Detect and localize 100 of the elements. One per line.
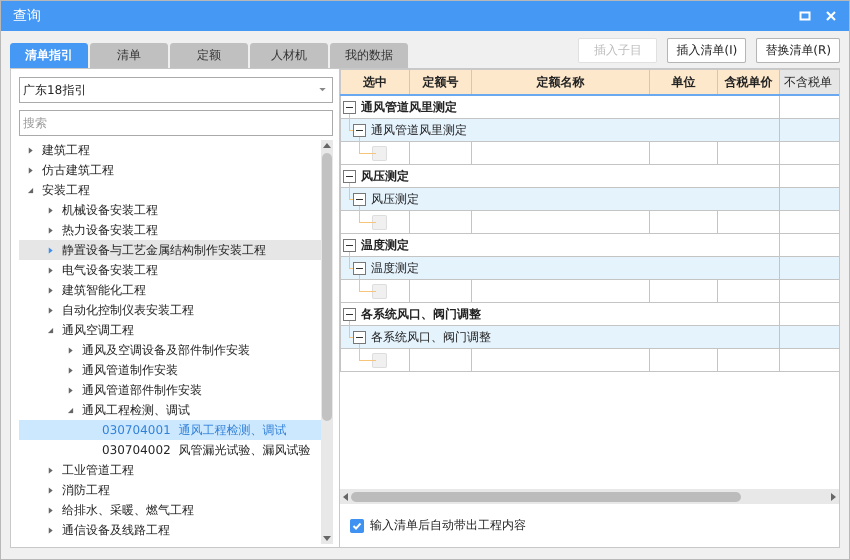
toolbar-button[interactable]: 替换清单(R): [756, 38, 840, 63]
item-row[interactable]: 通风管道风里测定: [340, 118, 780, 142]
collapsed-arrow-icon[interactable]: [27, 166, 34, 174]
collapsed-arrow-icon[interactable]: [47, 266, 54, 274]
collapsed-arrow-icon[interactable]: [47, 506, 54, 514]
collapse-icon[interactable]: [353, 330, 366, 344]
column-header[interactable]: 不含税单: [780, 70, 839, 95]
search-field[interactable]: 搜索: [19, 110, 333, 136]
tree-row[interactable]: 通风及空调设备及部件制作安装: [19, 340, 321, 360]
expanded-arrow-icon[interactable]: [47, 326, 54, 334]
column-header[interactable]: 定额号: [410, 70, 472, 95]
tree-row[interactable]: 030704002 风管漏光试验、漏风试验: [19, 440, 321, 460]
collapse-icon[interactable]: [343, 170, 356, 182]
scroll-thumb[interactable]: [351, 492, 741, 502]
tree-row[interactable]: 建筑智能化工程: [19, 280, 321, 300]
collapsed-arrow-icon[interactable]: [47, 306, 54, 314]
caret-icon: [319, 88, 326, 92]
scroll-thumb[interactable]: [322, 153, 332, 421]
item-title: 温度测定: [371, 260, 419, 276]
tree-label: 通风工程检测、调试: [178, 422, 287, 438]
collapsed-arrow-icon[interactable]: [27, 146, 34, 154]
tree-row[interactable]: 电气设备安装工程: [19, 260, 321, 280]
collapsed-arrow-icon[interactable]: [67, 346, 74, 354]
group-title: 通风管道风里测定: [361, 98, 457, 116]
collapse-icon[interactable]: [343, 238, 356, 252]
collapsed-arrow-icon[interactable]: [47, 286, 54, 294]
tree-row[interactable]: 通风空调工程: [19, 320, 321, 340]
tree-row[interactable]: 工业管道工程: [19, 460, 321, 480]
tree-row[interactable]: 给排水、采暖、燃气工程: [19, 500, 321, 520]
tree-label: 给排水、采暖、燃气工程: [62, 502, 194, 518]
maximize-icon[interactable]: [799, 10, 811, 22]
close-icon[interactable]: [825, 10, 837, 22]
group-row[interactable]: 各系统风口、阀门调整: [340, 302, 780, 326]
item-row[interactable]: 各系统风口、阀门调整: [340, 326, 780, 348]
item-title: 各系统风口、阀门调整: [371, 328, 491, 346]
collapsed-arrow-icon[interactable]: [67, 366, 74, 374]
collapsed-arrow-icon[interactable]: [47, 246, 54, 254]
tree-label: 通风工程检测、调试: [82, 402, 190, 418]
tree-label: 机械设备安装工程: [62, 202, 158, 218]
scroll-left-icon[interactable]: [343, 492, 348, 500]
collapse-icon[interactable]: [343, 100, 356, 114]
tree-label: 自动化控制仪表安装工程: [62, 302, 194, 318]
tree-row[interactable]: 建筑工程: [19, 140, 321, 160]
group-title: 各系统风口、阀门调整: [361, 306, 481, 322]
toolbar-button[interactable]: 插入清单(I): [667, 38, 746, 63]
tree-label: 消防工程: [62, 482, 110, 498]
scroll-down-icon[interactable]: [323, 536, 331, 541]
collapsed-arrow-icon[interactable]: [67, 386, 74, 394]
group-row[interactable]: 风压测定: [340, 164, 780, 188]
column-header[interactable]: 含税单价: [718, 70, 780, 95]
tree-label: 风管漏光试验、漏风试验: [178, 442, 311, 458]
collapsed-arrow-icon[interactable]: [47, 466, 54, 474]
collapse-icon[interactable]: [353, 192, 366, 206]
scrollbar[interactable]: [340, 489, 839, 504]
item-row[interactable]: 风压测定: [340, 188, 780, 210]
item-code: 030704001: [102, 423, 171, 437]
tree-row[interactable]: 自动化控制仪表安装工程: [19, 300, 321, 320]
column-header[interactable]: 定额名称: [472, 70, 650, 95]
tab[interactable]: 定额: [170, 43, 248, 68]
collapse-icon[interactable]: [353, 262, 366, 274]
tree-row[interactable]: 消防工程: [19, 480, 321, 500]
library-dropdown[interactable]: 广东18指引: [19, 77, 333, 103]
tree-row[interactable]: 通风管道部件制作安装: [19, 380, 321, 400]
tree-label: 工业管道工程: [62, 462, 134, 478]
group-title: 温度测定: [361, 236, 409, 254]
expanded-arrow-icon[interactable]: [27, 186, 34, 194]
tree-label: 通信设备及线路工程: [62, 522, 170, 538]
tab[interactable]: 人材机: [250, 43, 328, 68]
group-row[interactable]: 通风管道风里测定: [340, 95, 780, 118]
tree-label: 建筑智能化工程: [62, 282, 146, 298]
tab[interactable]: 清单: [90, 43, 168, 68]
tree-row[interactable]: 机械设备安装工程: [19, 200, 321, 220]
scroll-up-icon[interactable]: [323, 143, 331, 148]
group-row[interactable]: 温度测定: [340, 234, 780, 256]
collapsed-arrow-icon[interactable]: [47, 486, 54, 494]
collapsed-arrow-icon[interactable]: [47, 526, 54, 534]
collapse-icon[interactable]: [343, 308, 356, 320]
tree-row[interactable]: 通风管道制作安装: [19, 360, 321, 380]
tree-row[interactable]: 静置设备与工艺金属结构制作安装工程: [19, 240, 321, 260]
collapse-icon[interactable]: [353, 124, 366, 136]
expanded-arrow-icon[interactable]: [67, 406, 74, 414]
tree-row[interactable]: 通风工程检测、调试: [19, 400, 321, 420]
collapsed-arrow-icon[interactable]: [47, 226, 54, 234]
scroll-right-icon[interactable]: [831, 492, 836, 500]
tree-label: 通风管道制作安装: [82, 362, 178, 378]
column-header[interactable]: 单位: [650, 70, 718, 95]
tree-row[interactable]: 安装工程: [19, 180, 321, 200]
column-header[interactable]: 选中: [340, 70, 410, 95]
scrollbar[interactable]: [321, 140, 333, 544]
item-title: 风压测定: [371, 190, 419, 208]
tree-row[interactable]: 通信设备及线路工程: [19, 520, 321, 540]
collapsed-arrow-icon[interactable]: [47, 206, 54, 214]
tree-row[interactable]: 仿古建筑工程: [19, 160, 321, 180]
item-title: 通风管道风里测定: [371, 122, 467, 138]
tab[interactable]: 我的数据: [330, 43, 408, 68]
tree-row[interactable]: 热力设备安装工程: [19, 220, 321, 240]
item-row[interactable]: 温度测定: [340, 256, 780, 280]
checkbox[interactable]: [350, 518, 364, 532]
tree-label: 仿古建筑工程: [42, 162, 114, 178]
tree-label: 电气设备安装工程: [62, 262, 158, 278]
